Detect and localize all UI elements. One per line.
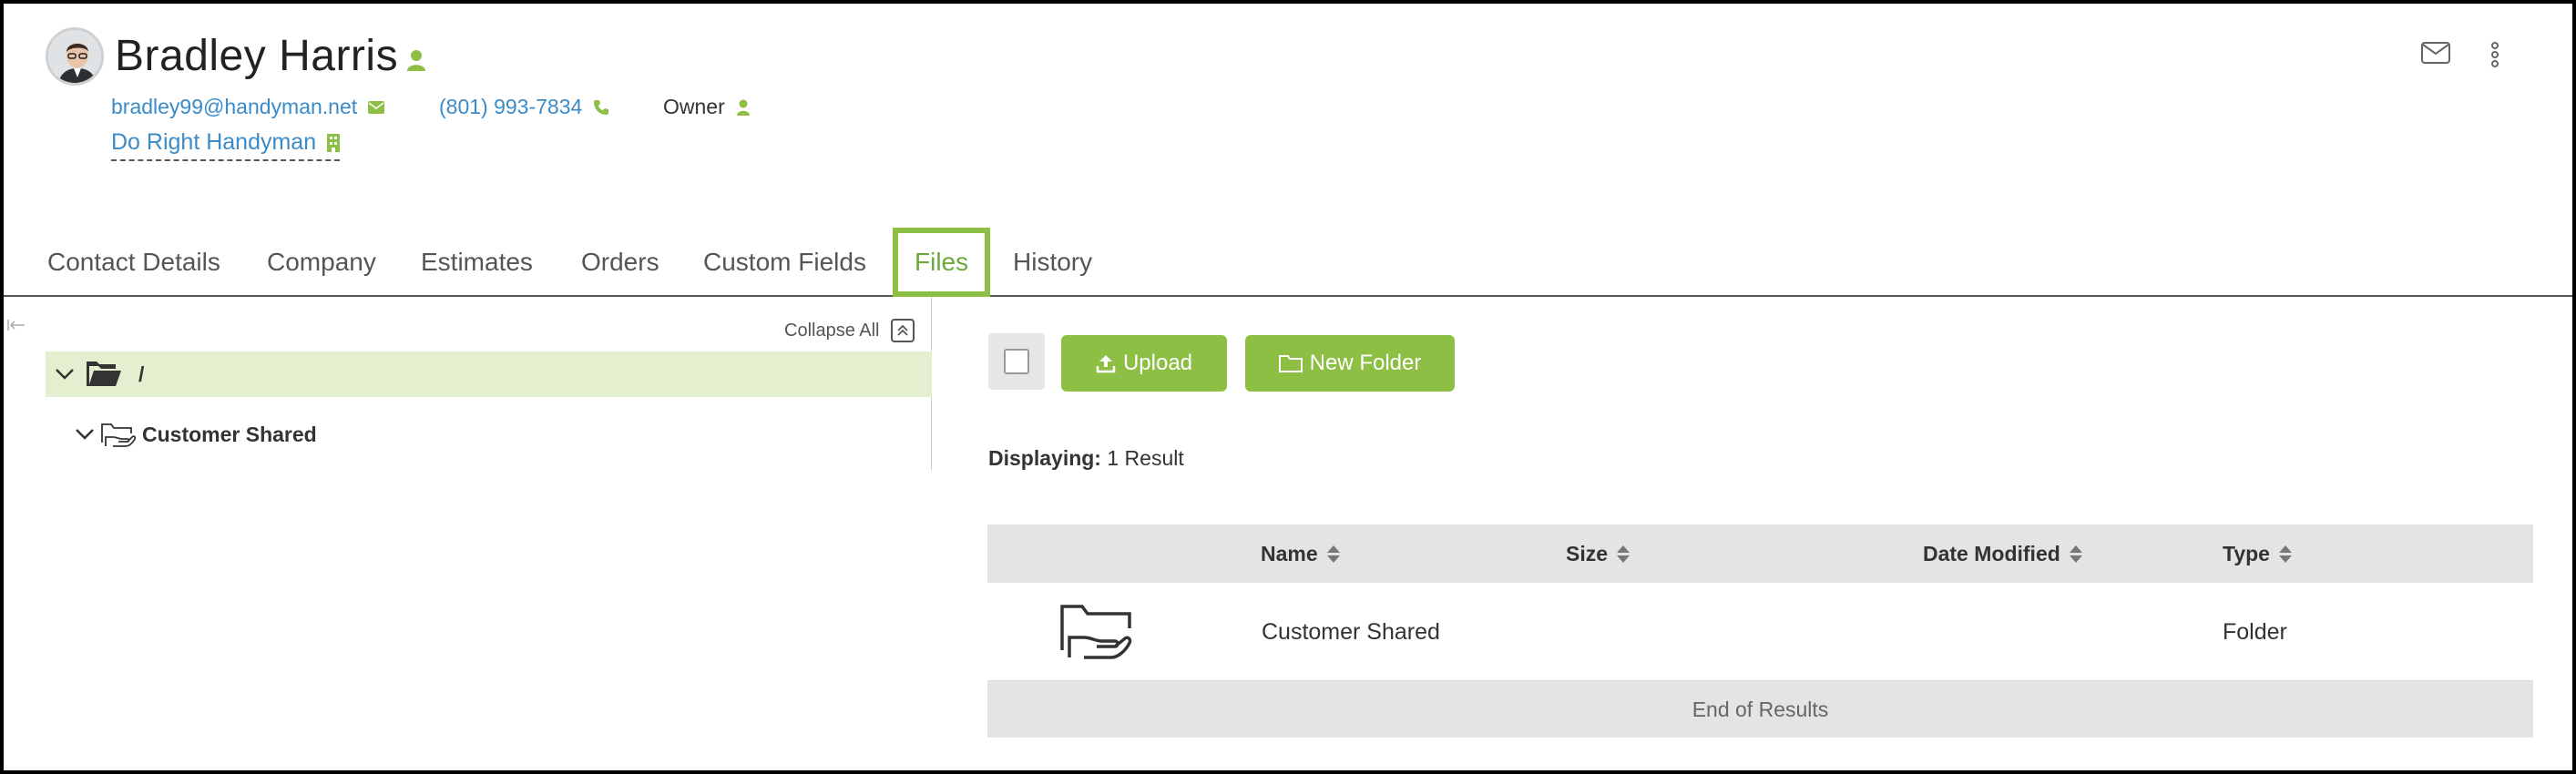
tree-root-label: / [138,362,145,386]
phone-link[interactable]: (801) 993-7834 [439,95,582,119]
sort-icon [2069,545,2082,563]
tab-files[interactable]: Files [893,228,991,297]
email-link[interactable]: bradley99@handyman.net [111,95,357,119]
envelope-icon [368,100,385,114]
upload-label: Upload [1122,351,1193,375]
tab-bar: Contact Details Company Estimates Orders… [4,228,2572,297]
sort-icon [1326,545,1340,563]
upload-button[interactable]: Upload [1061,335,1227,392]
new-folder-button[interactable]: New Folder [1245,335,1455,392]
message-icon[interactable] [2421,42,2450,64]
page-title: Bradley Harris [115,32,399,80]
tree-node-customer-shared[interactable]: Customer Shared [67,412,317,457]
cell-name[interactable]: Customer Shared [1262,583,1440,681]
shared-folder-icon [100,421,137,448]
results-count: Displaying: 1 Result [988,446,1184,471]
more-options-icon[interactable] [2490,42,2499,67]
select-all-checkbox-wrap [988,333,1045,390]
column-header-name[interactable]: Name [1261,524,1340,583]
select-all-checkbox[interactable] [1004,349,1029,374]
new-folder-label: New Folder [1309,351,1422,375]
tab-orders[interactable]: Orders [581,228,659,295]
displaying-value: 1 Result [1107,446,1184,470]
table-header: Name Size Date Modified Type [987,524,2533,583]
role-row: Owner [663,95,751,119]
company-link[interactable]: Do Right Handyman [111,129,341,161]
person-icon [736,99,751,116]
tab-contact-details[interactable]: Contact Details [47,228,220,295]
displaying-label: Displaying: [988,446,1101,470]
end-of-results: End of Results [987,681,2533,738]
chevron-down-icon[interactable] [55,368,75,381]
tree-root-node[interactable]: / [46,351,932,397]
role-label: Owner [663,95,725,118]
email-row: bradley99@handyman.net [111,95,385,119]
column-label: Date Modified [1923,542,2060,565]
person-icon [406,49,426,76]
collapse-panel-icon[interactable] [7,317,26,336]
column-label: Size [1566,542,1609,565]
collapse-icon [890,319,915,342]
avatar[interactable] [46,27,104,86]
tab-history[interactable]: History [1013,228,1092,295]
column-label: Type [2223,542,2270,565]
open-folder-icon [86,361,122,388]
table-row[interactable]: Customer Shared Folder [987,583,2533,681]
building-icon [327,133,341,152]
phone-row: (801) 993-7834 [439,95,609,119]
column-header-type[interactable]: Type [2223,524,2292,583]
sort-icon [2278,545,2292,563]
cell-type: Folder [2223,619,2287,645]
column-label: Name [1261,542,1318,565]
tab-estimates[interactable]: Estimates [421,228,533,295]
collapse-all-button[interactable]: Collapse All [784,319,915,342]
chevron-down-icon[interactable] [75,428,95,441]
collapse-all-label: Collapse All [784,320,880,341]
tab-company[interactable]: Company [267,228,376,295]
phone-icon [593,99,609,116]
sort-icon [1617,545,1630,563]
contact-page: Bradley Harris bradley99@handyman.net (8… [4,4,2572,770]
tab-custom-fields[interactable]: Custom Fields [703,228,866,295]
shared-folder-icon [1058,603,1135,661]
upload-icon [1096,353,1123,373]
column-header-date-modified[interactable]: Date Modified [1923,524,2082,583]
column-header-size[interactable]: Size [1566,524,1630,583]
company-name: Do Right Handyman [111,129,317,155]
folder-icon [1278,354,1310,372]
tree-child-label: Customer Shared [142,422,317,446]
